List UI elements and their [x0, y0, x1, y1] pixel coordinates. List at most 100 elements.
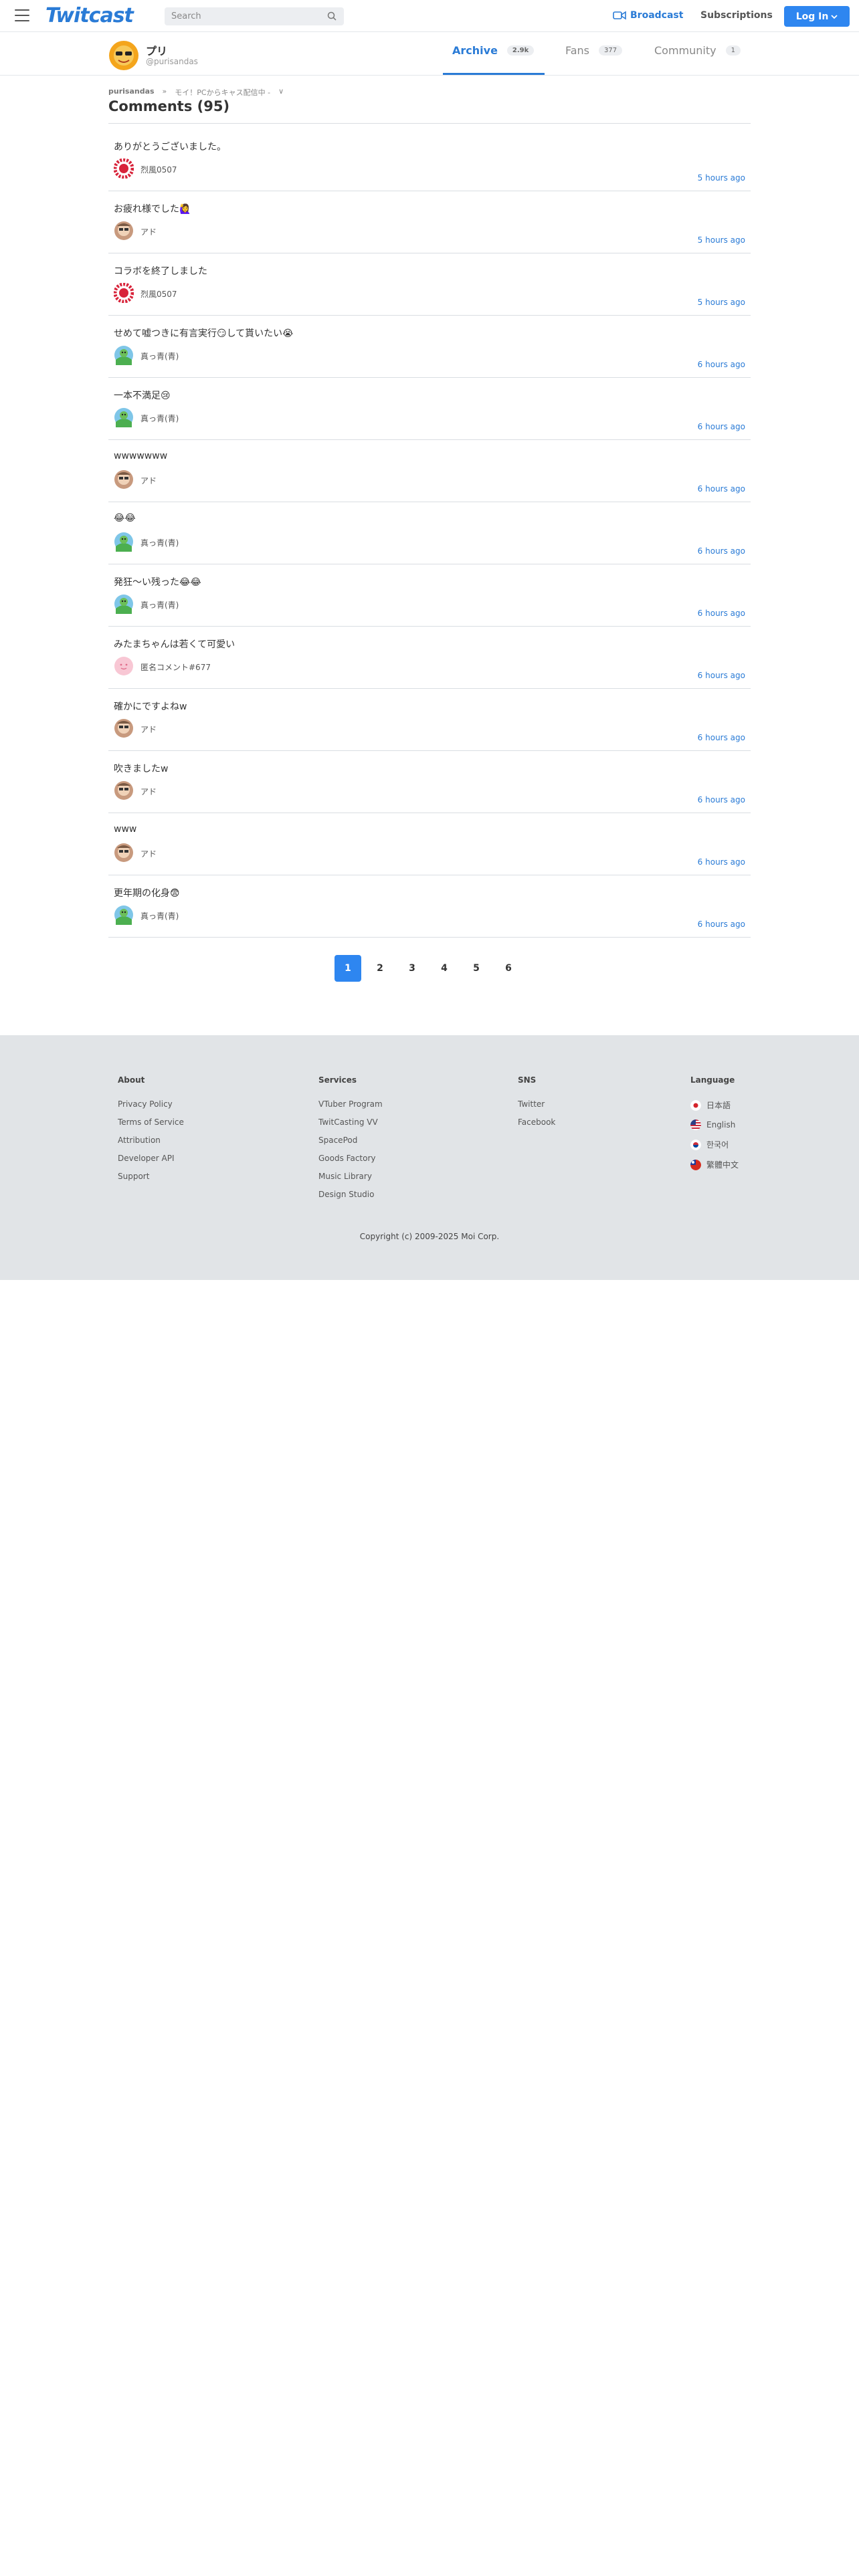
language-label: English — [706, 1120, 736, 1130]
divider — [108, 123, 751, 124]
user-avatar[interactable] — [114, 158, 134, 179]
language-ko[interactable]: 한국어 — [690, 1139, 739, 1150]
login-label: Log In — [795, 11, 829, 22]
tab-label: Community — [654, 44, 717, 57]
tab-archive[interactable]: Archive 2.9k — [452, 44, 535, 57]
footer: About Privacy Policy Terms of Service At… — [0, 1035, 859, 1280]
comment-username[interactable]: アド — [140, 786, 157, 797]
footer-link[interactable]: SpacePod — [318, 1136, 383, 1145]
user-avatar[interactable] — [114, 469, 134, 490]
footer-link[interactable]: Developer API — [118, 1154, 184, 1163]
language-ja[interactable]: 日本語 — [690, 1099, 739, 1111]
user-avatar[interactable] — [114, 905, 134, 925]
footer-link[interactable]: Attribution — [118, 1136, 184, 1145]
comment-text: みたまちゃんは若くて可愛い — [114, 639, 235, 650]
comment-username[interactable]: アド — [140, 848, 157, 859]
comment-username[interactable]: 匿名コメント#677 — [140, 661, 211, 673]
user-avatar[interactable] — [114, 718, 134, 738]
footer-link[interactable]: Music Library — [318, 1172, 383, 1181]
comment-time[interactable]: 6 hours ago — [698, 857, 745, 867]
search-icon[interactable] — [327, 11, 337, 21]
page-6[interactable]: 6 — [495, 955, 522, 982]
comment-time[interactable]: 6 hours ago — [698, 920, 745, 929]
menu-icon[interactable] — [15, 9, 29, 21]
comment-time[interactable]: 6 hours ago — [698, 546, 745, 556]
comment-item: せめて嘘つきに有言実行😏して貰いたい😭 真っ青(青) 6 hours ago — [108, 316, 751, 378]
comment-time[interactable]: 6 hours ago — [698, 484, 745, 494]
footer-link[interactable]: Goods Factory — [318, 1154, 383, 1163]
comment-username[interactable]: アド — [140, 724, 157, 735]
comment-item: 更年期の化身😨 真っ青(青) 6 hours ago — [108, 875, 751, 938]
footer-link[interactable]: TwitCasting VV — [318, 1117, 383, 1127]
comment-time[interactable]: 5 hours ago — [698, 298, 745, 307]
user-avatar[interactable] — [114, 221, 134, 241]
chevron-down-icon[interactable]: ∨ — [278, 87, 284, 98]
comment-time[interactable]: 5 hours ago — [698, 173, 745, 183]
subscriptions-link[interactable]: Subscriptions — [700, 10, 773, 21]
tab-label: Fans — [565, 44, 590, 57]
comment-time[interactable]: 6 hours ago — [698, 795, 745, 804]
login-button[interactable]: Log In — [784, 6, 850, 27]
footer-link[interactable]: Twitter — [518, 1099, 555, 1109]
language-zh-tw[interactable]: 繁體中文 — [690, 1159, 739, 1170]
footer-link[interactable]: Privacy Policy — [118, 1099, 184, 1109]
comment-username[interactable]: 烈風0507 — [140, 164, 177, 175]
comment-time[interactable]: 6 hours ago — [698, 733, 745, 742]
profile-bar: プリ @purisandas Archive 2.9k Fans 377 Com… — [0, 32, 859, 76]
comment-item: 発狂〜い残った😂😂 真っ青(青) 6 hours ago — [108, 564, 751, 627]
page-5[interactable]: 5 — [463, 955, 490, 982]
comment-username[interactable]: 烈風0507 — [140, 288, 177, 300]
comment-time[interactable]: 6 hours ago — [698, 360, 745, 369]
breadcrumb-user[interactable]: purisandas — [108, 87, 155, 98]
page-1[interactable]: 1 — [335, 955, 361, 982]
footer-link[interactable]: Design Studio — [318, 1190, 383, 1199]
footer-heading: About — [118, 1075, 145, 1085]
broadcast-label: Broadcast — [630, 10, 684, 21]
comment-username[interactable]: アド — [140, 475, 157, 486]
comment-username[interactable]: 真っ青(青) — [140, 413, 179, 424]
profile-name[interactable]: プリ — [146, 42, 167, 58]
breadcrumb-movie[interactable]: モイ！PCからキャス配信中 - — [175, 87, 270, 98]
comment-username[interactable]: 真っ青(青) — [140, 910, 179, 922]
comment-text: wwwwwww — [114, 451, 168, 461]
footer-link[interactable]: VTuber Program — [318, 1099, 383, 1109]
avatar[interactable] — [108, 40, 139, 71]
comment-username[interactable]: 真っ青(青) — [140, 537, 179, 548]
footer-heading: SNS — [518, 1075, 537, 1085]
comment-username[interactable]: 真っ青(青) — [140, 350, 179, 362]
user-avatar[interactable] — [114, 407, 134, 427]
comment-text: 一本不満足😢 — [114, 391, 171, 401]
comment-time[interactable]: 5 hours ago — [698, 235, 745, 245]
comment-time[interactable]: 6 hours ago — [698, 422, 745, 431]
user-avatar[interactable] — [114, 283, 134, 303]
broadcast-button[interactable]: Broadcast — [613, 10, 683, 21]
footer-link[interactable]: Support — [118, 1172, 184, 1181]
search-input[interactable] — [165, 7, 344, 25]
us-flag-icon — [690, 1119, 701, 1130]
comment-time[interactable]: 6 hours ago — [698, 671, 745, 680]
user-avatar[interactable] — [114, 345, 134, 365]
language-en[interactable]: English — [690, 1119, 739, 1130]
tab-community[interactable]: Community 1 — [654, 44, 741, 57]
user-avatar[interactable] — [114, 843, 134, 863]
page-3[interactable]: 3 — [399, 955, 425, 982]
tab-fans[interactable]: Fans 377 — [565, 44, 623, 57]
user-avatar[interactable] — [114, 656, 134, 676]
logo[interactable]: Twitcast — [45, 4, 134, 27]
footer-heading: Language — [690, 1075, 735, 1085]
language-label: 한국어 — [706, 1140, 729, 1150]
profile-id: @purisandas — [146, 57, 198, 66]
user-avatar[interactable] — [114, 532, 134, 552]
page-2[interactable]: 2 — [367, 955, 393, 982]
comment-item: ありがとうございました。 烈風0507 5 hours ago — [108, 129, 751, 191]
comment-username[interactable]: 真っ青(青) — [140, 599, 179, 611]
page-4[interactable]: 4 — [431, 955, 458, 982]
footer-link[interactable]: Terms of Service — [118, 1117, 184, 1127]
user-avatar[interactable] — [114, 594, 134, 614]
user-avatar[interactable] — [114, 780, 134, 800]
footer-about: About Privacy Policy Terms of Service At… — [118, 1075, 184, 1190]
footer-link[interactable]: Facebook — [518, 1117, 555, 1127]
comment-text: 吹きましたw — [114, 764, 169, 774]
comment-time[interactable]: 6 hours ago — [698, 609, 745, 618]
comment-username[interactable]: アド — [140, 226, 157, 237]
